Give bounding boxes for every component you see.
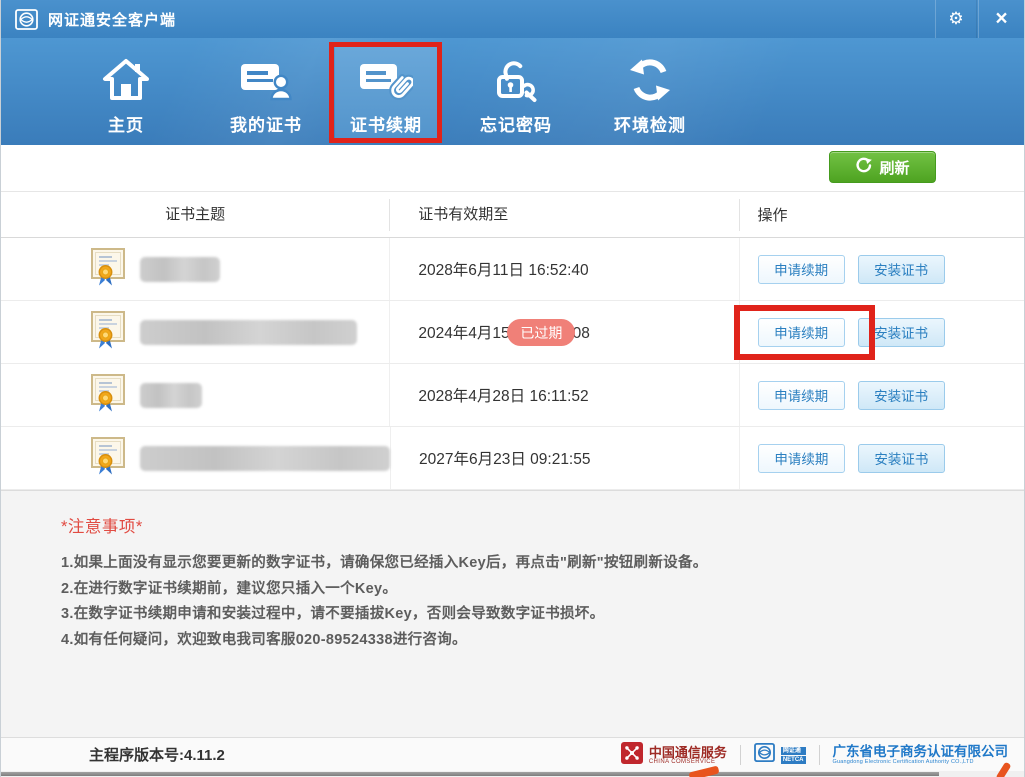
apply-renewal-button[interactable]: 申请续期 [757, 254, 845, 284]
header-expiry: 证书有效期至 [390, 198, 740, 231]
bottom-edge-bar [1, 772, 939, 776]
toolbar: 刷新 [1, 145, 1024, 192]
close-icon: × [995, 7, 1008, 30]
footer: 主程序版本号:4.11.2 中国通信服务 CHINA COMSERVICE 网证… [1, 737, 1024, 771]
nav-tab-home[interactable]: 主页 [75, 45, 177, 141]
sync-arrows-icon [599, 45, 701, 103]
nav-tab-label: 忘记密码 [480, 116, 552, 135]
netca-client-window: 网证通安全客户端 ⚙ × 主页 我的证书 证书续期 忘记密码 环境检测 刷新 证… [0, 0, 1025, 777]
settings-button[interactable]: ⚙ [935, 0, 977, 38]
footer-logos: 中国通信服务 CHINA COMSERVICE 网证通 NETCA 广东省电子商… [620, 738, 1009, 772]
netca-logo-icon [15, 8, 38, 30]
unlock-wrench-icon [465, 45, 567, 103]
certificate-icon [89, 436, 127, 481]
install-certificate-button[interactable]: 安装证书 [857, 317, 945, 347]
header-actions: 操作 [757, 207, 788, 224]
table-header: 证书主题 证书有效期至 操作 [1, 192, 1024, 238]
note-item: 4.如有任何疑问，欢迎致电我司客服020-89524338进行咨询。 [61, 631, 467, 648]
nav-tab-my-certificates[interactable]: 我的证书 [215, 45, 317, 141]
notes-section: *注意事项* 1.如果上面没有显示您要更新的数字证书，请确保您已经插入Key后，… [1, 490, 1024, 737]
nav-tab-certificate-renewal[interactable]: 证书续期 [329, 42, 442, 143]
netca-name: 网证通 [780, 746, 806, 755]
apply-renewal-button[interactable]: 申请续期 [757, 443, 845, 473]
nav-tab-label: 证书续期 [350, 116, 422, 135]
gdca-logo: 广东省电子商务认证有限公司 Guangdong Electronic Certi… [832, 744, 1009, 766]
netca-footer-logo: 网证通 NETCA [753, 743, 806, 767]
nav-tab-forgot-password[interactable]: 忘记密码 [465, 45, 567, 141]
gear-icon: ⚙ [948, 9, 964, 28]
china-comservice-icon [620, 741, 643, 769]
expired-badge: 已过期 [507, 319, 576, 346]
refresh-label: 刷新 [879, 159, 910, 177]
redacted-subject [140, 319, 357, 345]
redacted-subject [140, 382, 202, 408]
certificate-user-icon [215, 45, 317, 103]
table-row: 2028年4月28日 16:11:52 申请续期 安装证书 [1, 364, 1024, 427]
version-label: 主程序版本号:4.11.2 [89, 747, 225, 764]
logo-divider [739, 745, 741, 765]
nav-tab-environment-check[interactable]: 环境检测 [599, 45, 701, 141]
refresh-icon [855, 157, 873, 178]
table-row: 2027年6月23日 09:21:55 申请续期 安装证书 [1, 427, 1024, 490]
apply-renewal-button[interactable]: 申请续期 [757, 317, 845, 347]
notes-list: 1.如果上面没有显示您要更新的数字证书，请确保您已经插入Key后，再点击"刷新"… [61, 551, 984, 653]
bottom-edge [1, 771, 1024, 777]
certificate-icon [89, 373, 127, 418]
note-item: 3.在数字证书续期申请和安装过程中，请不要插拔Key，否则会导致数字证书损坏。 [61, 606, 605, 622]
certificate-table: 证书主题 证书有效期至 操作 2028年6月11日 16:52:40 申请续期 … [1, 192, 1024, 490]
install-certificate-button[interactable]: 安装证书 [857, 443, 945, 473]
install-certificate-button[interactable]: 安装证书 [857, 254, 945, 284]
redacted-subject [140, 256, 220, 282]
notes-title: *注意事项* [61, 518, 143, 536]
china-comservice-logo: 中国通信服务 CHINA COMSERVICE [620, 741, 727, 769]
certificate-icon [89, 247, 127, 292]
logo-divider [818, 745, 820, 765]
refresh-button[interactable]: 刷新 [829, 151, 936, 183]
certificate-renew-icon [335, 45, 437, 103]
china-comservice-sub: CHINA COMSERVICE [648, 758, 716, 765]
certificate-icon [89, 310, 127, 355]
gdca-name: 广东省电子商务认证有限公司 [832, 744, 1009, 759]
note-item: 2.在进行数字证书续期前，建议您只插入一个Key。 [61, 580, 398, 597]
table-row: 2024年4月15日 08:38:08 已过期 申请续期 安装证书 [1, 301, 1024, 364]
china-comservice-name: 中国通信服务 [648, 744, 727, 760]
nav-tab-label: 环境检测 [614, 116, 686, 135]
redacted-subject [140, 445, 390, 471]
netca-sub: NETCA [780, 755, 806, 764]
nav-tab-label: 主页 [108, 116, 144, 135]
expiry-date: 2028年6月11日 16:52:40 [418, 262, 589, 279]
close-button[interactable]: × [978, 0, 1024, 38]
apply-renewal-button[interactable]: 申请续期 [757, 380, 845, 410]
expiry-date: 2027年6月23日 09:21:55 [419, 451, 591, 468]
cert-table-body: 2028年6月11日 16:52:40 申请续期 安装证书 2024年4月15日… [1, 238, 1024, 490]
table-row: 2028年6月11日 16:52:40 申请续期 安装证书 [1, 238, 1024, 301]
nav-tab-label: 我的证书 [230, 116, 302, 135]
titlebar: 网证通安全客户端 ⚙ × [1, 0, 1024, 38]
gdca-sub: Guangdong Electronic Certification Autho… [832, 759, 974, 765]
install-certificate-button[interactable]: 安装证书 [857, 380, 945, 410]
note-item: 1.如果上面没有显示您要更新的数字证书，请确保您已经插入Key后，再点击"刷新"… [61, 555, 708, 571]
main-nav: 主页 我的证书 证书续期 忘记密码 环境检测 [1, 38, 1024, 145]
header-subject: 证书主题 [1, 198, 391, 231]
home-icon [75, 45, 177, 103]
expiry-date: 2028年4月28日 16:11:52 [418, 388, 589, 405]
netca-footer-icon [753, 743, 775, 767]
window-title: 网证通安全客户端 [48, 11, 177, 29]
